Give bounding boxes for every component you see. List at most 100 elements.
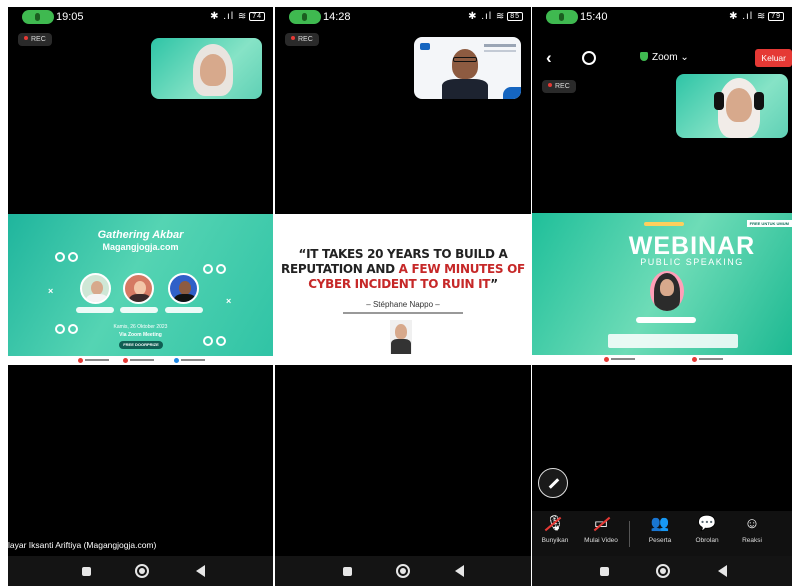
footer-logo-icon bbox=[174, 358, 179, 363]
event-info-box bbox=[608, 334, 738, 348]
speaker-shirt bbox=[86, 294, 108, 302]
slide-date: Kamis, 26 Oktober 2023 bbox=[113, 324, 168, 330]
status-icons: ✱ .ıl ≋ 85 bbox=[468, 11, 523, 22]
footer-logo-icon bbox=[123, 358, 128, 363]
recents-icon[interactable] bbox=[600, 567, 609, 576]
slide-footer bbox=[8, 356, 273, 365]
recording-label: REC bbox=[555, 83, 570, 90]
status-clock: 19:05 bbox=[56, 11, 84, 23]
quote-text: “IT TAKES 20 YEARS TO BUILD A REPUTATION… bbox=[275, 247, 531, 292]
signal-wifi-icons: ✱ .ıl ≋ bbox=[468, 11, 506, 22]
speaker-face bbox=[452, 49, 478, 79]
self-video-thumbnail[interactable] bbox=[151, 38, 262, 99]
shared-slide-gathering: Gathering Akbar Magangjogja.com × × Kami… bbox=[8, 214, 273, 365]
footer-text bbox=[699, 358, 723, 360]
status-bar: 15:40 ✱ .ıl ≋ 79 bbox=[532, 7, 792, 29]
decor-ring-icon bbox=[55, 252, 65, 262]
participants-icon: 👥 bbox=[650, 515, 670, 532]
toolbar-label: Bunyikan bbox=[541, 537, 569, 544]
speaker-name-pill bbox=[76, 307, 114, 313]
phone-screenshot-1: 19:05 ✱ .ıl ≋ 74 REC Gathering Akbar Maga… bbox=[8, 7, 273, 586]
self-video-thumbnail[interactable] bbox=[676, 74, 788, 138]
recording-label: REC bbox=[31, 36, 46, 43]
toolbar-label: Reaksi bbox=[742, 537, 762, 544]
banner-logo-icon bbox=[420, 43, 430, 50]
share-caption: layar Iksanti Ariftiya (Magangjogja.com) bbox=[8, 540, 157, 550]
speaker-video-thumbnail[interactable] bbox=[414, 37, 521, 99]
recording-label: REC bbox=[298, 36, 313, 43]
home-icon[interactable] bbox=[656, 564, 670, 578]
zoom-meeting-header: ‹ Zoom ⌄ Keluar bbox=[532, 47, 792, 71]
slide-title: Gathering Akbar bbox=[97, 229, 184, 241]
android-nav-bar bbox=[275, 556, 531, 586]
annotate-pencil-button[interactable] bbox=[538, 468, 568, 498]
android-nav-bar bbox=[532, 556, 792, 586]
battery-icon: 85 bbox=[507, 12, 523, 21]
slide-via: Via Zoom Meeting bbox=[119, 332, 162, 338]
shield-icon bbox=[640, 52, 648, 61]
ongoing-call-indicator[interactable] bbox=[22, 10, 54, 24]
speaker-name-pill bbox=[165, 307, 203, 313]
presenter-photo bbox=[650, 271, 684, 311]
presenter-face bbox=[660, 279, 674, 296]
decor-ring-icon bbox=[68, 252, 78, 262]
ongoing-call-indicator[interactable] bbox=[289, 10, 321, 24]
footer-text bbox=[611, 358, 635, 360]
status-clock: 15:40 bbox=[580, 11, 608, 23]
leave-button[interactable]: Keluar bbox=[755, 49, 792, 67]
headset-icon[interactable] bbox=[582, 51, 596, 65]
home-icon[interactable] bbox=[135, 564, 149, 578]
home-icon[interactable] bbox=[396, 564, 410, 578]
attribution-subtitle bbox=[275, 310, 531, 315]
attribution-line bbox=[343, 311, 463, 314]
recents-icon[interactable] bbox=[343, 567, 352, 576]
slide-footer bbox=[532, 355, 792, 365]
phone-screenshot-3: 15:40 ✱ .ıl ≋ 79 ‹ Zoom ⌄ Keluar REC FREE… bbox=[532, 7, 792, 586]
toolbar-label: Mulai Video bbox=[584, 537, 618, 544]
status-icons: ✱ .ıl ≋ 74 bbox=[210, 11, 265, 22]
speaker-photo-1 bbox=[80, 273, 111, 304]
decor-cross-icon: × bbox=[226, 296, 232, 306]
back-icon[interactable] bbox=[196, 565, 205, 577]
participant-face bbox=[200, 54, 226, 86]
footer-text bbox=[181, 359, 205, 361]
zoom-menu-label: Zoom ⌄ bbox=[652, 52, 689, 63]
reaction-button[interactable]: ☺ Reaksi bbox=[729, 515, 775, 544]
speaker-photo-3 bbox=[168, 273, 199, 304]
glasses-icon bbox=[453, 57, 477, 62]
status-clock: 14:28 bbox=[323, 11, 351, 23]
footer-logo-icon bbox=[78, 358, 83, 363]
record-dot-icon bbox=[24, 36, 28, 40]
signal-wifi-icons: ✱ .ıl ≋ bbox=[210, 11, 248, 22]
recording-badge: REC bbox=[285, 33, 319, 46]
recents-icon[interactable] bbox=[82, 567, 91, 576]
back-icon[interactable] bbox=[718, 565, 727, 577]
author-shirt bbox=[391, 339, 411, 354]
footer-logo-icon bbox=[692, 357, 697, 362]
back-icon[interactable] bbox=[455, 565, 464, 577]
participant-face bbox=[726, 88, 752, 122]
headphone-icon bbox=[754, 92, 764, 110]
zoom-meeting-menu[interactable]: Zoom ⌄ bbox=[640, 52, 689, 63]
unmute-button[interactable]: 🎙 Bunyikan bbox=[532, 515, 578, 544]
participants-button[interactable]: 👥 Peserta bbox=[637, 515, 683, 544]
battery-icon: 74 bbox=[249, 12, 265, 21]
toolbar-label: Peserta bbox=[648, 537, 672, 544]
chat-button[interactable]: 💬 Obrolan bbox=[684, 515, 730, 544]
slide-site: Magangjogja.com bbox=[102, 242, 179, 252]
chevron-left-icon[interactable]: ‹ bbox=[546, 48, 552, 68]
signal-wifi-icons: ✱ .ıl ≋ bbox=[729, 11, 767, 22]
speaker-name-pill bbox=[120, 307, 158, 313]
start-video-button[interactable]: ▭ Mulai Video bbox=[578, 515, 624, 544]
speaker-photo-2 bbox=[123, 273, 154, 304]
record-dot-icon bbox=[291, 36, 295, 40]
microphone-muted-icon: 🎙 bbox=[545, 515, 565, 532]
phone-screenshot-2: 14:28 ✱ .ıl ≋ 85 REC “IT TAKES 20 YEARS T… bbox=[275, 7, 531, 586]
banner-text bbox=[484, 44, 516, 47]
status-icons: ✱ .ıl ≋ 79 bbox=[729, 11, 784, 22]
author-photo bbox=[390, 320, 412, 354]
banner-text bbox=[484, 50, 516, 52]
speaker-shirt bbox=[129, 294, 151, 302]
speaker-face bbox=[91, 281, 103, 295]
ongoing-call-indicator[interactable] bbox=[546, 10, 578, 24]
